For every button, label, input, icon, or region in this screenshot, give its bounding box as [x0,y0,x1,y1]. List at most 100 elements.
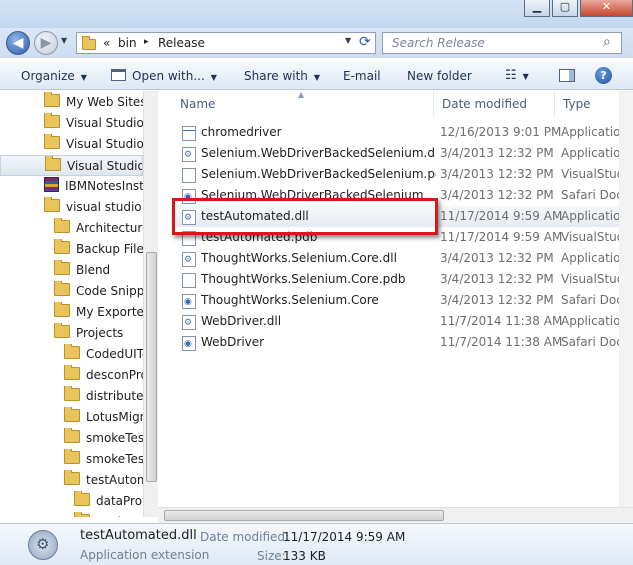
nav-tree-item[interactable]: distributedl [0,386,143,407]
back-button[interactable]: ◀ [6,31,30,55]
document-icon [182,273,196,288]
search-box[interactable]: Search Release ⌕ [382,32,622,54]
chevron-down-icon: ▼ [80,73,87,82]
folder-icon [54,218,70,233]
nav-pane-scroll-thumb[interactable] [146,252,157,482]
nav-tree-item[interactable]: My Exported [0,302,143,323]
nav-tree-item-label: Visual Studio 20 [66,137,143,151]
help-icon[interactable]: ? [595,67,612,84]
new-folder-button[interactable]: New folder [407,62,472,90]
close-button[interactable]: ✕ [580,0,633,17]
address-bar[interactable]: « bin ▸ Release ▼ ⟳ [76,32,376,54]
view-options-button[interactable]: ☷ ▼ [505,62,529,90]
share-with-button[interactable]: Share with ▼ [244,62,320,90]
nav-tree-item[interactable]: Code Snippet [0,281,143,302]
recent-pages-dropdown[interactable]: ▼ [61,36,67,45]
column-name-label: Name [180,97,216,111]
file-name: ThoughtWorks.Selenium.Core.pdb [201,272,406,286]
file-date-modified: 12/16/2013 9:01 PM [440,125,562,139]
folder-icon [74,491,90,506]
breadcrumb-separator-icon[interactable]: ▸ [144,37,149,47]
refresh-icon[interactable]: ⟳ [359,34,371,50]
file-row[interactable]: ThoughtWorks.Selenium.Core.pdb 3/4/2013 1… [174,269,633,290]
file-date-modified: 11/7/2014 11:38 AM [440,314,563,328]
address-overflow-icon[interactable]: « [103,36,110,50]
nav-tree-item[interactable]: smokeTest| [0,449,143,470]
file-row[interactable]: ThoughtWorks.Selenium.Core 3/4/2013 12:32… [174,290,633,313]
file-name: Selenium.WebDriverBackedSelenium.dll [201,146,436,160]
nav-tree-item[interactable]: testAutoma [0,470,143,491]
details-file-kind: Application extension [80,548,210,562]
search-icon[interactable]: ⌕ [603,34,611,50]
nav-tree-item-label: visual studio 20 [66,200,143,214]
nav-tree-item[interactable]: My Web Sites [0,92,143,113]
column-type-label: Type [563,97,591,111]
breadcrumb-bin[interactable]: bin [118,36,137,50]
folder-icon [74,512,90,517]
nav-tree-item[interactable]: Visual Studio 20 [0,134,143,155]
search-input[interactable]: Search Release [392,36,485,50]
forward-arrow-icon: ▶ [40,35,52,51]
file-row[interactable]: WebDriver.dll11/7/2014 11:38 AMApplicati… [174,311,633,334]
file-date-modified: 3/4/2013 12:32 PM [440,272,554,286]
file-list-horizontal-scrollbar[interactable] [158,507,633,523]
open-with-button[interactable]: Open with... ▼ [111,62,217,90]
nav-tree-item[interactable]: dataProvi [0,491,143,512]
file-row[interactable]: ThoughtWorks.Selenium.Core.dll 3/4/2013 1… [174,248,633,271]
folder-icon [54,302,70,317]
file-list-vertical-scrollbar[interactable] [619,91,633,507]
nav-tree-item-label: package [96,515,143,517]
file-date-modified: 3/4/2013 12:32 PM [440,167,554,181]
organize-label: Organize [21,69,75,83]
nav-tree-item-label: Blend [76,263,111,277]
email-button[interactable]: E-mail [343,62,381,90]
details-file-name: testAutomated.dll [80,528,197,543]
folder-icon [44,92,60,107]
share-with-label: Share with [244,69,308,83]
file-row[interactable]: Selenium.WebDriverBackedSelenium.dll 3/4/… [174,143,633,166]
address-dropdown-icon[interactable]: ▼ [345,36,351,45]
nav-tree-item-label: CodedUITe [86,347,143,361]
nav-tree-item[interactable]: Architecture [0,218,143,239]
nav-tree-item-label: distributedl [86,389,143,403]
breadcrumb-release[interactable]: Release [158,36,205,50]
folder-icon [44,197,60,212]
nav-tree-item[interactable]: visual studio 20 [0,197,143,218]
nav-tree-item[interactable]: CodedUITe [0,344,143,365]
file-name: WebDriver.dll [201,314,282,328]
horizontal-scroll-thumb[interactable] [164,510,444,521]
nav-tree-item-label: Visual Studio 20 [66,116,143,130]
folder-icon [64,386,80,401]
folder-icon [64,344,80,359]
nav-tree-item[interactable]: Visual Studio 20 [0,113,143,134]
dll-file-icon [182,313,196,334]
nav-tree-item-label: My Exported [76,305,143,319]
nav-tree-item[interactable]: Projects [0,323,143,344]
nav-tree-item[interactable]: LotusMigra [0,407,143,428]
nav-tree-item[interactable]: Blend [0,260,143,281]
file-row[interactable]: chromedriver 12/16/2013 9:01 PM Applicatio… [174,122,633,143]
folder-icon [64,365,80,380]
file-row[interactable]: Selenium.WebDriverBackedSelenium.pdb 3/4/… [174,164,633,185]
nav-tree-item-label: LotusMigra [86,410,143,424]
column-header-type[interactable]: Type [555,91,619,117]
nav-tree-item[interactable]: IBMNotesInstal [0,176,143,197]
organize-button[interactable]: Organize ▼ [21,62,87,90]
file-date-modified: 11/17/2014 9:59 AM [440,209,563,223]
column-header-date[interactable]: Date modified [434,91,555,117]
nav-tree-item[interactable]: Visual Studio 20 [0,155,143,176]
nav-tree-item[interactable]: Backup Files [0,239,143,260]
chevron-down-icon: ▼ [522,72,529,81]
window-icon [111,69,126,81]
nav-tree-item[interactable]: smokeTest [0,428,143,449]
nav-tree-item[interactable]: package [0,512,143,517]
file-row[interactable]: WebDriver11/7/2014 11:38 AMSafari Docum [174,332,633,355]
minimize-button[interactable]: ▁ [524,0,550,17]
chevron-down-icon: ▼ [313,73,321,82]
forward-button[interactable]: ▶ [34,31,58,55]
folder-icon [64,470,80,485]
nav-tree-item[interactable]: desconProj [0,365,143,386]
details-size-value: 133 KB [283,549,326,563]
preview-pane-icon[interactable] [559,69,575,82]
maximize-button[interactable]: ▢ [552,0,578,17]
